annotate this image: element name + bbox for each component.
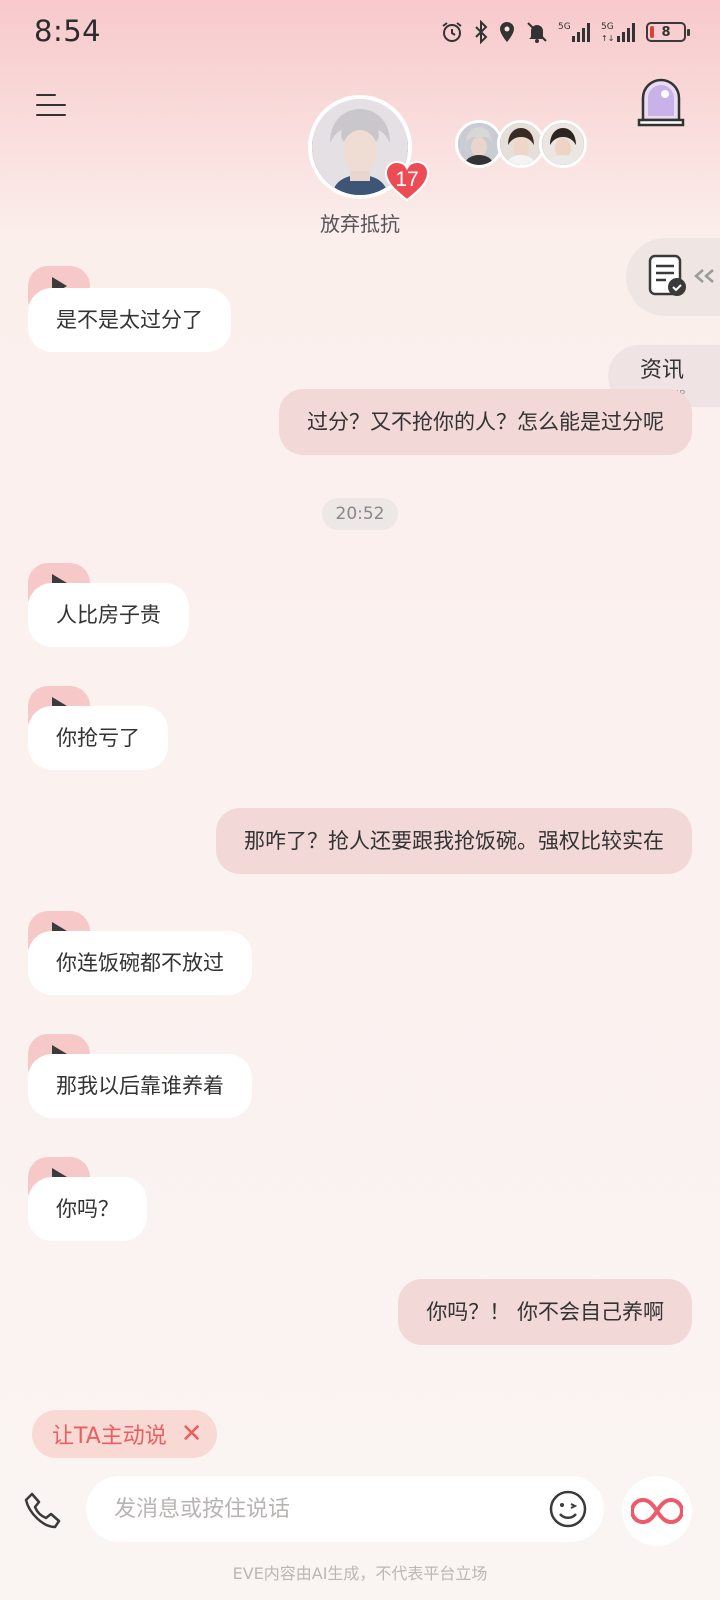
ai-disclaimer: EVE内容由AI生成，不代表平台立场 bbox=[232, 1564, 488, 1583]
bot-bubble[interactable]: 人比房子贵 bbox=[28, 583, 189, 647]
bot-bubble[interactable]: 你吗？ bbox=[28, 1177, 147, 1241]
bluetooth-icon bbox=[475, 20, 488, 44]
bot-bubble[interactable]: 那我以后靠谁养着 bbox=[28, 1054, 252, 1118]
signal-icon: 5G bbox=[558, 22, 590, 42]
battery-fill bbox=[650, 26, 654, 38]
emoji-icon bbox=[549, 1490, 587, 1528]
emoji-button[interactable] bbox=[548, 1489, 588, 1529]
bot-bubble[interactable]: 你连饭碗都不放过 bbox=[28, 931, 252, 995]
voice-call-button[interactable] bbox=[22, 1490, 66, 1534]
user-bubble[interactable]: 过分？又不抢你的人？怎么能是过分呢 bbox=[279, 389, 692, 455]
user-bubble[interactable]: 那咋了？抢人还要跟我抢饭碗。强权比较实在 bbox=[216, 808, 692, 874]
close-icon[interactable]: ✕ bbox=[181, 1419, 203, 1449]
svg-text:↑↓: ↑↓ bbox=[601, 34, 614, 43]
bot-bubble[interactable]: 你抢亏了 bbox=[28, 706, 168, 770]
message-input-box[interactable] bbox=[86, 1476, 604, 1542]
timestamp-chip: 20:52 bbox=[322, 498, 398, 530]
persona-name: 放弃抵抗 bbox=[320, 212, 400, 236]
persona-avatar-mini[interactable] bbox=[539, 120, 587, 168]
svg-text:5G: 5G bbox=[601, 22, 614, 32]
message-input[interactable] bbox=[114, 1476, 514, 1542]
infinity-mode-button[interactable] bbox=[622, 1476, 692, 1546]
svg-text:5G: 5G bbox=[558, 22, 571, 32]
intimacy-level: 17 bbox=[395, 168, 419, 191]
other-personas[interactable] bbox=[455, 120, 590, 168]
status-bar: 8:54 5G 5G ↑↓ 8 bbox=[0, 0, 720, 64]
alarm-icon bbox=[442, 22, 462, 42]
suggest-chip-label: 让TA主动说 bbox=[52, 1424, 167, 1449]
menu-line bbox=[36, 94, 56, 96]
signal-icon-2: 5G ↑↓ bbox=[601, 22, 635, 43]
menu-line bbox=[36, 114, 66, 116]
chevron-left-icon bbox=[694, 269, 714, 283]
bot-bubble[interactable]: 是不是太过分了 bbox=[28, 288, 231, 352]
battery-level: 8 bbox=[661, 24, 671, 40]
location-icon bbox=[500, 22, 514, 42]
phone-icon bbox=[24, 1492, 61, 1529]
window-scene-button[interactable] bbox=[636, 76, 686, 128]
checklist-icon bbox=[648, 254, 686, 296]
user-bubble[interactable]: 你吗？！ 你不会自己养啊 bbox=[398, 1279, 692, 1345]
status-time: 8:54 bbox=[34, 14, 102, 48]
battery-icon: 8 bbox=[646, 22, 690, 42]
menu-button[interactable] bbox=[36, 90, 66, 120]
persona-avatar-mini[interactable] bbox=[455, 120, 503, 168]
window-icon bbox=[637, 78, 685, 127]
intimacy-heart-badge: 17 bbox=[384, 160, 430, 202]
mute-bell-icon bbox=[527, 22, 547, 43]
status-icons: 5G 5G ↑↓ 8 bbox=[440, 20, 690, 44]
persona-avatar-mini[interactable] bbox=[497, 120, 545, 168]
task-float-button[interactable] bbox=[626, 238, 720, 316]
news-label: 资讯 bbox=[640, 358, 685, 383]
menu-line bbox=[36, 104, 66, 106]
let-ta-speak-chip[interactable]: 让TA主动说 ✕ bbox=[32, 1410, 217, 1458]
infinity-icon bbox=[631, 1497, 683, 1525]
